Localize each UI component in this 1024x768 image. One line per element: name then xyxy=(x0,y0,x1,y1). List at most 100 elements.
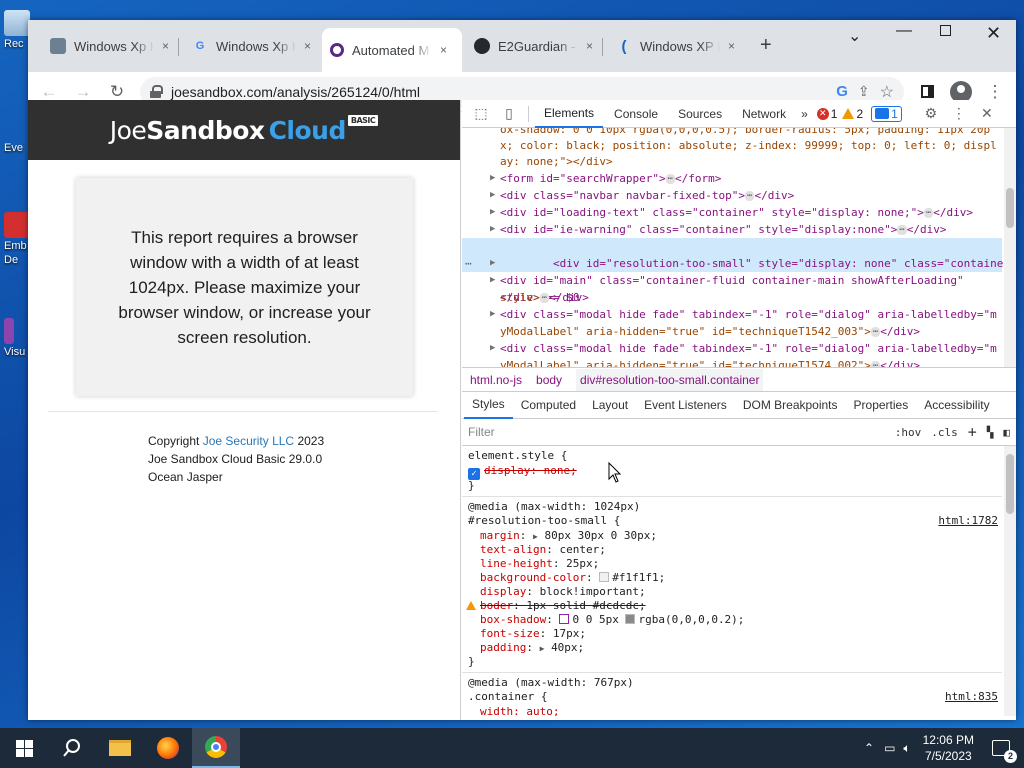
dom-node[interactable]: ▶ <div class="navbar navbar-fixed-top"> ⋯ <… xyxy=(462,187,1002,204)
expand-triangle-icon[interactable]: ▶ xyxy=(490,170,495,187)
tab-properties[interactable]: Properties xyxy=(846,392,917,419)
crumb-html[interactable]: html.no-js xyxy=(470,373,522,387)
lock-icon[interactable] xyxy=(150,85,163,98)
hover-state-toggle[interactable]: :hov xyxy=(895,426,922,439)
tab-dom-breakpoints[interactable]: DOM Breakpoints xyxy=(735,392,846,419)
tab-console[interactable]: Console xyxy=(605,100,667,128)
collapsed-ellipsis[interactable]: ⋯ xyxy=(665,174,675,184)
style-declaration[interactable]: ✓ display: none; xyxy=(468,464,577,480)
dom-scrollbar[interactable] xyxy=(1004,128,1016,367)
dom-node[interactable]: yModalLabel" aria-hidden="true" id="tech… xyxy=(462,323,1002,340)
dom-node-selected[interactable]: ⋯ ▶ <div id="resolution-too-small" style="… xyxy=(462,238,1016,304)
url-text[interactable]: joesandbox.com/analysis/265124/0/html xyxy=(171,84,826,100)
tab-sources[interactable]: Sources xyxy=(669,100,731,128)
collapsed-ellipsis[interactable]: ⋯ xyxy=(539,293,550,303)
dom-node[interactable]: yModalLabel" aria-hidden="true" id="tech… xyxy=(462,357,1002,367)
styles-pane[interactable]: element.style { ✓ display: none; } @media… xyxy=(462,446,1016,716)
joe-sandbox-logo[interactable]: JoeSandbox Cloud BASIC xyxy=(110,114,379,145)
dom-node[interactable]: ay: none;"></div> xyxy=(462,153,1002,170)
scrollbar-thumb[interactable] xyxy=(1006,188,1014,228)
devtools-menu-icon[interactable]: ⋮ xyxy=(946,101,972,127)
expand-triangle-icon[interactable]: ▶ xyxy=(490,306,495,323)
tab-network[interactable]: Network xyxy=(733,100,795,128)
browser-tab-active[interactable]: Automated M × xyxy=(322,28,462,72)
desktop-shortcut-icon[interactable]: Eve xyxy=(4,140,30,154)
dom-node[interactable]: x; color: black; position: absolute; z-i… xyxy=(462,137,1002,154)
dom-node[interactable]: ▶ <div id="ie-warning" class="container" … xyxy=(462,221,1002,238)
node-actions-icon[interactable]: ⋯ xyxy=(465,255,472,272)
rendering-emulation-icon[interactable]: ▚ xyxy=(987,426,994,439)
browser-tab[interactable]: G Windows Xp H × xyxy=(184,32,319,60)
tab-computed[interactable]: Computed xyxy=(513,392,584,419)
collapsed-ellipsis[interactable]: ⋯ xyxy=(870,327,881,337)
styles-filter-input[interactable]: Filter xyxy=(468,425,885,439)
browser-tab[interactable]: E2Guardian - A × xyxy=(466,32,601,60)
new-tab-button[interactable]: + xyxy=(760,34,772,57)
search-button[interactable] xyxy=(48,728,96,768)
style-declaration[interactable]: width: auto; xyxy=(480,705,559,716)
style-declaration[interactable]: box-shadow: 0 0 5px rgba(0,0,0,0.2); xyxy=(480,613,744,627)
notification-center-icon[interactable]: 2 xyxy=(992,740,1017,763)
dom-node[interactable]: style> ⋯ </div> xyxy=(462,289,1002,306)
bookmark-star-icon[interactable]: ☆ xyxy=(880,82,894,102)
tab-layout[interactable]: Layout xyxy=(584,392,636,419)
class-toggle[interactable]: .cls xyxy=(931,426,958,439)
close-tab-icon[interactable]: × xyxy=(586,39,593,53)
network-icon[interactable]: ▭ xyxy=(884,741,895,755)
device-toolbar-icon[interactable]: ▯ xyxy=(496,101,522,127)
color-swatch[interactable] xyxy=(625,614,636,624)
minimize-button[interactable]: — xyxy=(896,22,912,40)
info-count-badge[interactable]: 1 xyxy=(871,105,902,122)
dom-node[interactable]: ▶ <form id="searchWrapper"> ⋯ </form> xyxy=(462,170,1002,187)
expand-triangle-icon[interactable]: ▶ xyxy=(490,187,495,204)
expand-triangle-icon[interactable]: ▶ xyxy=(490,340,495,357)
tab-event-listeners[interactable]: Event Listeners xyxy=(636,392,735,419)
desktop-shortcut-icon[interactable]: Emb De xyxy=(4,212,30,266)
style-declaration[interactable]: padding: ▶ 40px; xyxy=(480,641,584,656)
error-count-badge[interactable]: ✕ 1 xyxy=(816,107,837,121)
volume-muted-icon[interactable]: 🔈︎ xyxy=(903,741,910,756)
collapsed-ellipsis[interactable]: ⋯ xyxy=(870,361,881,367)
scrollbar-thumb[interactable] xyxy=(1006,454,1014,514)
style-declaration[interactable]: text-align: center; xyxy=(480,543,606,557)
share-icon[interactable]: ⇪ xyxy=(858,83,870,100)
crumb-body[interactable]: body xyxy=(536,373,562,387)
expand-triangle-icon[interactable]: ▶ xyxy=(490,272,495,289)
google-lens-icon[interactable]: G xyxy=(836,83,848,100)
source-link[interactable]: html:835 xyxy=(945,690,998,704)
close-window-button[interactable]: ✕ xyxy=(986,23,1001,44)
toggle-sidebar-icon[interactable]: ◧ xyxy=(1003,426,1010,439)
close-tab-icon[interactable]: × xyxy=(728,39,735,53)
file-explorer-button[interactable] xyxy=(96,728,144,768)
dom-node[interactable]: ▶ <div class="modal hide fade" tabindex="… xyxy=(462,340,1002,357)
shadow-editor-icon[interactable] xyxy=(559,614,570,624)
tab-styles[interactable]: Styles xyxy=(464,392,513,419)
expand-triangle-icon[interactable]: ▶ xyxy=(490,255,495,272)
expand-triangle-icon[interactable]: ▶ xyxy=(490,221,495,238)
start-button[interactable] xyxy=(0,728,48,768)
dom-node[interactable]: ▶ <div id="loading-text" class="container… xyxy=(462,204,1002,221)
recycle-bin-icon[interactable]: Rec xyxy=(4,10,30,50)
close-tab-icon[interactable]: × xyxy=(440,43,447,57)
tab-accessibility[interactable]: Accessibility xyxy=(916,392,997,419)
style-declaration[interactable]: background-color: #f1f1f1; xyxy=(480,571,665,585)
dom-tree[interactable]: ox-shadow: 0 0 10px rgba(0,0,0,0.5); bor… xyxy=(462,128,1016,368)
dom-node[interactable]: ▶ <div class="modal hide fade" tabindex="… xyxy=(462,306,1002,323)
chrome-button[interactable] xyxy=(192,728,240,768)
collapsed-ellipsis[interactable]: ⋯ xyxy=(923,208,934,218)
close-tab-icon[interactable]: × xyxy=(304,39,311,53)
firefox-button[interactable] xyxy=(144,728,192,768)
tab-search-icon[interactable]: ⌄ xyxy=(848,26,861,46)
joe-security-link[interactable]: Joe Security LLC xyxy=(203,434,294,448)
dom-node[interactable]: ▶ <div id="main" class="container-fluid c… xyxy=(462,272,1002,289)
style-declaration[interactable]: display: block!important; xyxy=(480,585,646,599)
collapsed-ellipsis[interactable]: ⋯ xyxy=(897,225,907,235)
maximize-button[interactable] xyxy=(940,25,951,36)
settings-gear-icon[interactable]: ⚙ xyxy=(918,101,944,127)
close-tab-icon[interactable]: × xyxy=(162,39,169,53)
close-devtools-icon[interactable]: ✕ xyxy=(974,101,1000,127)
color-swatch[interactable] xyxy=(599,572,610,582)
style-declaration[interactable]: line-height: 25px; xyxy=(480,557,599,571)
more-tabs-button[interactable]: » xyxy=(797,100,812,128)
visual-studio-icon[interactable]: Visu xyxy=(4,318,30,358)
